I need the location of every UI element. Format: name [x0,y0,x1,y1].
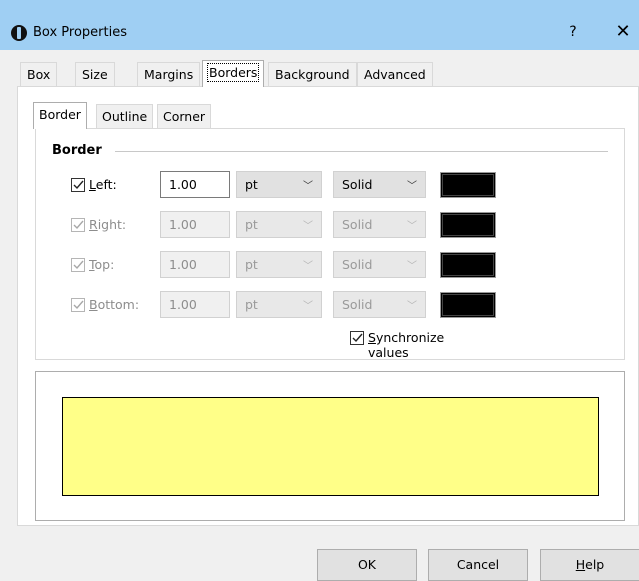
tab-borders[interactable]: Borders [202,60,265,87]
tab-background[interactable]: Background [268,62,357,86]
help-title-button[interactable]: ? [565,24,581,40]
left-color-button[interactable] [440,172,496,198]
select-value: Solid [342,297,373,312]
left-checkbox[interactable] [71,178,85,192]
checkmark-icon [73,260,84,270]
border-row-right: Right: 1.00 pt ﹀ Solid ﹀ [0,211,639,239]
chevron-down-icon: ﹀ [407,301,417,312]
border-row-bottom: Bottom: 1.00 pt ﹀ Solid ﹀ [0,291,639,319]
top-color-button[interactable] [440,252,496,278]
top-unit-select[interactable]: pt ﹀ [236,251,322,278]
subtab-label: Corner [163,109,206,124]
title-bar: Box Properties ? ✕ [0,0,639,50]
mnemonic-char: H [575,557,586,572]
subtab-label: Border [39,107,81,122]
tab-label: Advanced [364,67,426,82]
chevron-down-icon: ﹀ [407,261,417,272]
checkmark-icon [73,220,84,230]
subtab-outline[interactable]: Outline [96,104,154,128]
cancel-button[interactable]: Cancel [428,549,528,581]
right-width-input[interactable]: 1.00 [160,211,230,238]
select-value: pt [245,177,258,192]
mnemonic-char: S [368,330,376,345]
left-style-select[interactable]: Solid ﹀ [333,171,426,198]
bottom-checkbox[interactable] [71,298,85,312]
right-label: Right: [89,217,126,232]
chevron-down-icon: ﹀ [407,221,417,232]
border-subtab-panel [35,128,625,360]
top-label: Top: [89,257,114,272]
subtab-corner[interactable]: Corner [157,104,212,128]
chevron-down-icon: ﹀ [303,301,313,312]
tab-box[interactable]: Box [20,62,58,86]
top-checkbox[interactable] [71,258,85,272]
mnemonic-char: B [89,297,98,312]
chevron-down-icon: ﹀ [303,181,313,192]
left-unit-select[interactable]: pt ﹀ [236,171,322,198]
select-value: Solid [342,217,373,232]
tab-label: Size [82,67,108,82]
synchronize-checkbox[interactable] [350,331,364,345]
bottom-width-input[interactable]: 1.00 [160,291,230,318]
border-row-left: Left: 1.00 pt ﹀ Solid ﹀ [0,171,639,199]
right-style-select[interactable]: Solid ﹀ [333,211,426,238]
right-checkbox[interactable] [71,218,85,232]
synchronize-label: Synchronize values [368,330,444,360]
label-text: ynchronize values [368,330,445,360]
label-text: ight: [97,217,127,232]
right-color-button[interactable] [440,212,496,238]
ok-button[interactable]: OK [317,549,417,581]
help-button[interactable]: Help [540,549,639,581]
tab-label: Margins [144,67,194,82]
bottom-style-select[interactable]: Solid ﹀ [333,291,426,318]
left-width-input[interactable]: 1.00 [160,171,230,198]
label-text: ottom: [97,297,140,312]
border-group-title: Border [52,143,102,158]
subtab-label: Outline [102,109,148,124]
right-unit-select[interactable]: pt ﹀ [236,211,322,238]
top-width-input[interactable]: 1.00 [160,251,230,278]
select-value: pt [245,257,258,272]
tab-label: Borders [206,63,260,82]
select-value: Solid [342,177,373,192]
top-style-select[interactable]: Solid ﹀ [333,251,426,278]
select-value: pt [245,217,258,232]
info-icon [11,25,27,41]
bottom-label: Bottom: [89,297,139,312]
mnemonic-char: R [89,217,98,232]
tab-size[interactable]: Size [75,62,115,86]
mnemonic-char: L [89,177,96,192]
select-value: pt [245,297,258,312]
border-row-top: Top: 1.00 pt ﹀ Solid ﹀ [0,251,639,279]
checkmark-icon [352,333,363,343]
left-label: Left: [89,177,117,192]
tab-label: Background [275,67,350,82]
label-text: op: [94,257,115,272]
group-divider [115,151,608,152]
border-preview-box [62,397,599,496]
checkmark-icon [73,180,84,190]
close-button[interactable]: ✕ [613,21,633,42]
tab-margins[interactable]: Margins [137,62,201,86]
label-text: eft: [95,177,117,192]
tab-label: Box [27,67,51,82]
bottom-color-button[interactable] [440,292,496,318]
tab-advanced[interactable]: Advanced [357,62,433,86]
window-title: Box Properties [33,25,127,40]
checkmark-icon [73,300,84,310]
button-label: elp [585,557,605,572]
subtab-border[interactable]: Border [33,102,87,129]
bottom-unit-select[interactable]: pt ﹀ [236,291,322,318]
chevron-down-icon: ﹀ [303,221,313,232]
chevron-down-icon: ﹀ [303,261,313,272]
chevron-down-icon: ﹀ [407,181,417,192]
select-value: Solid [342,257,373,272]
